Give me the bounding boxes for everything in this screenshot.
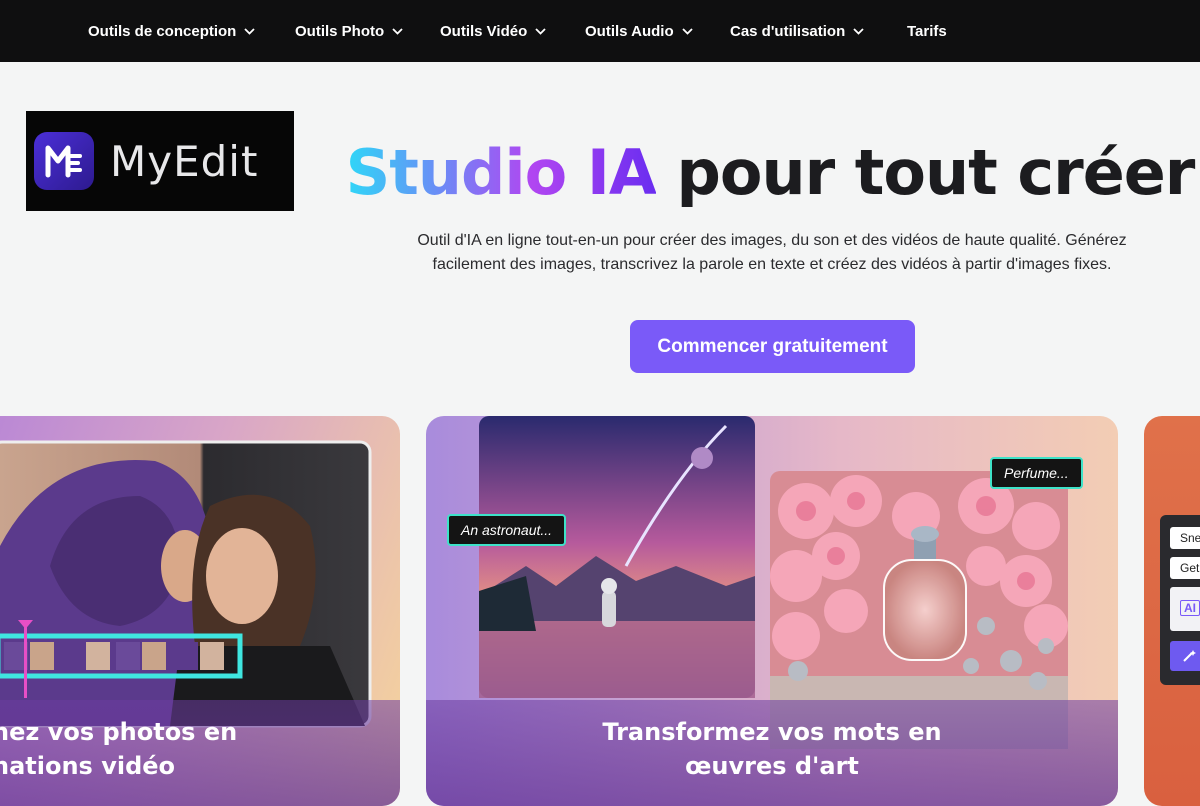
hero-title-highlight: Studio IA [345, 136, 657, 209]
card-title-line: Transformez vos mots en [602, 718, 942, 746]
hero-title: Studio IA pour tout créer [330, 136, 1200, 209]
chevron-down-icon [681, 27, 693, 35]
mini-input-field: Get [1170, 557, 1200, 579]
magic-wand-button[interactable] [1170, 641, 1200, 671]
logo-wordmark: MyEdit [110, 136, 259, 186]
card-title-line: nez vos photos en [0, 718, 238, 746]
nav-item-label: Outils Audio [585, 22, 674, 40]
nav-item-label: Outils Vidéo [440, 22, 528, 40]
card-title: nez vos photos en nations vidéo [0, 715, 237, 783]
nav-item-use-cases[interactable]: Cas d'utilisation [730, 0, 864, 62]
top-navigation-bar: Outils de conception Outils Photo Outils… [0, 0, 1200, 62]
mini-preview-box: AI [1170, 587, 1200, 631]
magic-wand-icon [1183, 650, 1196, 662]
nav-item-design-tools[interactable]: Outils de conception [88, 0, 255, 62]
chevron-down-icon [244, 27, 255, 35]
hero-subtitle: Outil d'IA en ligne tout-en-un pour crée… [350, 229, 1194, 277]
feature-card-text-to-art[interactable]: An astronaut... Perfume... Transformez v… [426, 416, 1118, 806]
nav-item-label: Tarifs [907, 22, 947, 40]
mini-editor-panel: Sne Get AI [1160, 515, 1200, 685]
ai-chip: AI [1180, 600, 1200, 616]
nav-item-video-tools[interactable]: Outils Vidéo [440, 0, 546, 62]
chevron-down-icon [853, 27, 864, 35]
feature-card-photo-to-video[interactable]: nez vos photos en nations vidéo [0, 416, 400, 806]
chevron-down-icon [535, 27, 546, 35]
start-free-button[interactable]: Commencer gratuitement [630, 320, 915, 373]
nav-item-pricing[interactable]: Tarifs [907, 0, 947, 62]
hero-title-rest: pour tout créer [655, 136, 1195, 209]
card-title-line: œuvres d'art [685, 752, 859, 780]
mini-input-field: Sne [1170, 527, 1200, 549]
nav-item-audio-tools[interactable]: Outils Audio [585, 0, 693, 62]
hero-subtitle-line: facilement des images, transcrivez la pa… [432, 256, 1112, 273]
nav-item-label: Outils de conception [88, 22, 237, 40]
myedit-logo[interactable]: MyEdit [26, 111, 294, 211]
chevron-down-icon [392, 27, 403, 35]
card-title-line: nations vidéo [0, 752, 176, 780]
prompt-tag-right: Perfume... [990, 457, 1083, 489]
nav-item-photo-tools[interactable]: Outils Photo [295, 0, 403, 62]
nav-item-label: Outils Photo [295, 22, 385, 40]
nav-item-label: Cas d'utilisation [730, 22, 846, 40]
prompt-tag-left: An astronaut... [447, 514, 567, 546]
card-title: Transformez vos mots en œuvres d'art [426, 715, 1118, 783]
myedit-logo-icon [34, 132, 94, 190]
hero-subtitle-line: Outil d'IA en ligne tout-en-un pour crée… [417, 232, 1127, 249]
